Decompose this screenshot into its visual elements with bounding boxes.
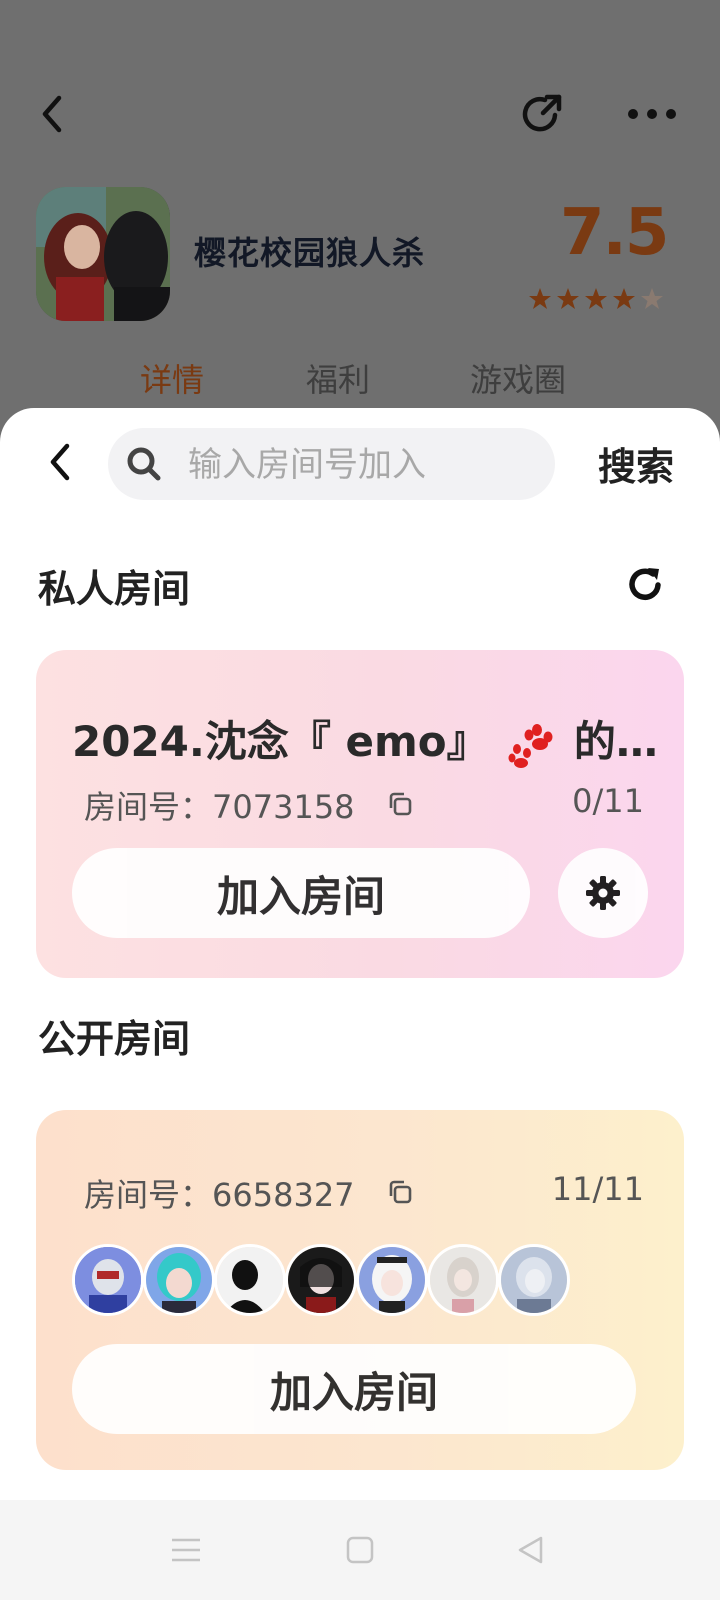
game-app-icon xyxy=(36,187,170,321)
private-room-title: 私人房间 xyxy=(38,567,191,611)
refresh-icon[interactable] xyxy=(624,563,666,605)
room-info-row: 房间号：6658327 11/11 xyxy=(84,1170,644,1214)
room-id: 6658327 xyxy=(212,1176,355,1214)
room-id-label: 房间号： xyxy=(84,788,213,826)
tab-details[interactable]: 详情 xyxy=(140,355,204,401)
avatar[interactable] xyxy=(285,1244,357,1316)
join-room-button[interactable]: 加入房间 xyxy=(72,848,530,938)
copy-icon[interactable] xyxy=(386,1178,414,1206)
tab-welfare[interactable]: 福利 xyxy=(306,355,370,401)
star-icon xyxy=(613,288,635,309)
room-id-text: 房间号：6658327 xyxy=(84,1170,355,1216)
rating-stars xyxy=(528,287,664,311)
search-button[interactable]: 搜索 xyxy=(598,436,674,491)
room-number-input[interactable] xyxy=(186,428,540,502)
star-icon xyxy=(585,288,607,309)
room-sheet: 搜索 私人房间 2024.沈念『 emo』 的… 房间号：7073158 xyxy=(0,408,720,1500)
more-icon[interactable] xyxy=(624,86,680,142)
public-room-title: 公开房间 xyxy=(38,1017,191,1061)
system-navigation-bar xyxy=(0,1500,720,1600)
sheet-back-button[interactable] xyxy=(36,438,84,486)
search-icon xyxy=(127,447,161,481)
game-score: 7.5 xyxy=(560,196,669,270)
avatar[interactable] xyxy=(498,1244,570,1316)
room-name: 2024.沈念『 emo』 的… xyxy=(72,708,658,769)
star-icon xyxy=(557,288,579,309)
room-name-suffix: 的… xyxy=(573,717,658,766)
room-info-row: 房间号：7073158 0/11 xyxy=(84,782,644,826)
home-key-icon[interactable] xyxy=(340,1530,380,1570)
player-count: 11/11 xyxy=(551,1170,644,1208)
room-search-box[interactable] xyxy=(108,428,555,502)
game-detail-page-background: 樱花校园狼人杀 7.5 详情 福利 游戏圈 xyxy=(0,0,720,430)
public-room-card: 房间号：6658327 11/11 加入房间 xyxy=(36,1110,684,1470)
top-bar xyxy=(0,80,720,152)
back-icon[interactable] xyxy=(24,86,80,142)
join-room-button[interactable]: 加入房间 xyxy=(72,1344,636,1434)
room-id: 7073158 xyxy=(212,788,355,826)
detail-tabs: 详情 福利 游戏圈 xyxy=(0,355,720,405)
avatar[interactable] xyxy=(214,1244,286,1316)
gear-icon xyxy=(586,876,620,910)
star-empty-icon xyxy=(641,288,663,309)
player-count: 0/11 xyxy=(572,782,644,820)
private-room-card: 2024.沈念『 emo』 的… 房间号：7073158 0/11 加入房间 xyxy=(36,650,684,978)
back-icon xyxy=(50,443,70,481)
back-key-icon[interactable] xyxy=(510,1530,550,1570)
game-title: 樱花校园狼人杀 xyxy=(194,234,426,272)
star-icon xyxy=(529,288,551,309)
copy-icon[interactable] xyxy=(386,790,414,818)
room-id-text: 房间号：7073158 xyxy=(84,782,355,828)
room-settings-button[interactable] xyxy=(558,848,648,938)
paw-emoji-icon xyxy=(508,723,553,768)
avatar[interactable] xyxy=(427,1244,499,1316)
avatar[interactable] xyxy=(143,1244,215,1316)
avatar[interactable] xyxy=(356,1244,428,1316)
room-name-prefix: 2024.沈念『 emo』 xyxy=(72,717,489,766)
avatar[interactable] xyxy=(72,1244,144,1316)
menu-key-icon[interactable] xyxy=(166,1530,206,1570)
room-id-label: 房间号： xyxy=(84,1176,213,1214)
tab-game-circle[interactable]: 游戏圈 xyxy=(470,355,566,401)
share-icon[interactable] xyxy=(514,86,570,142)
